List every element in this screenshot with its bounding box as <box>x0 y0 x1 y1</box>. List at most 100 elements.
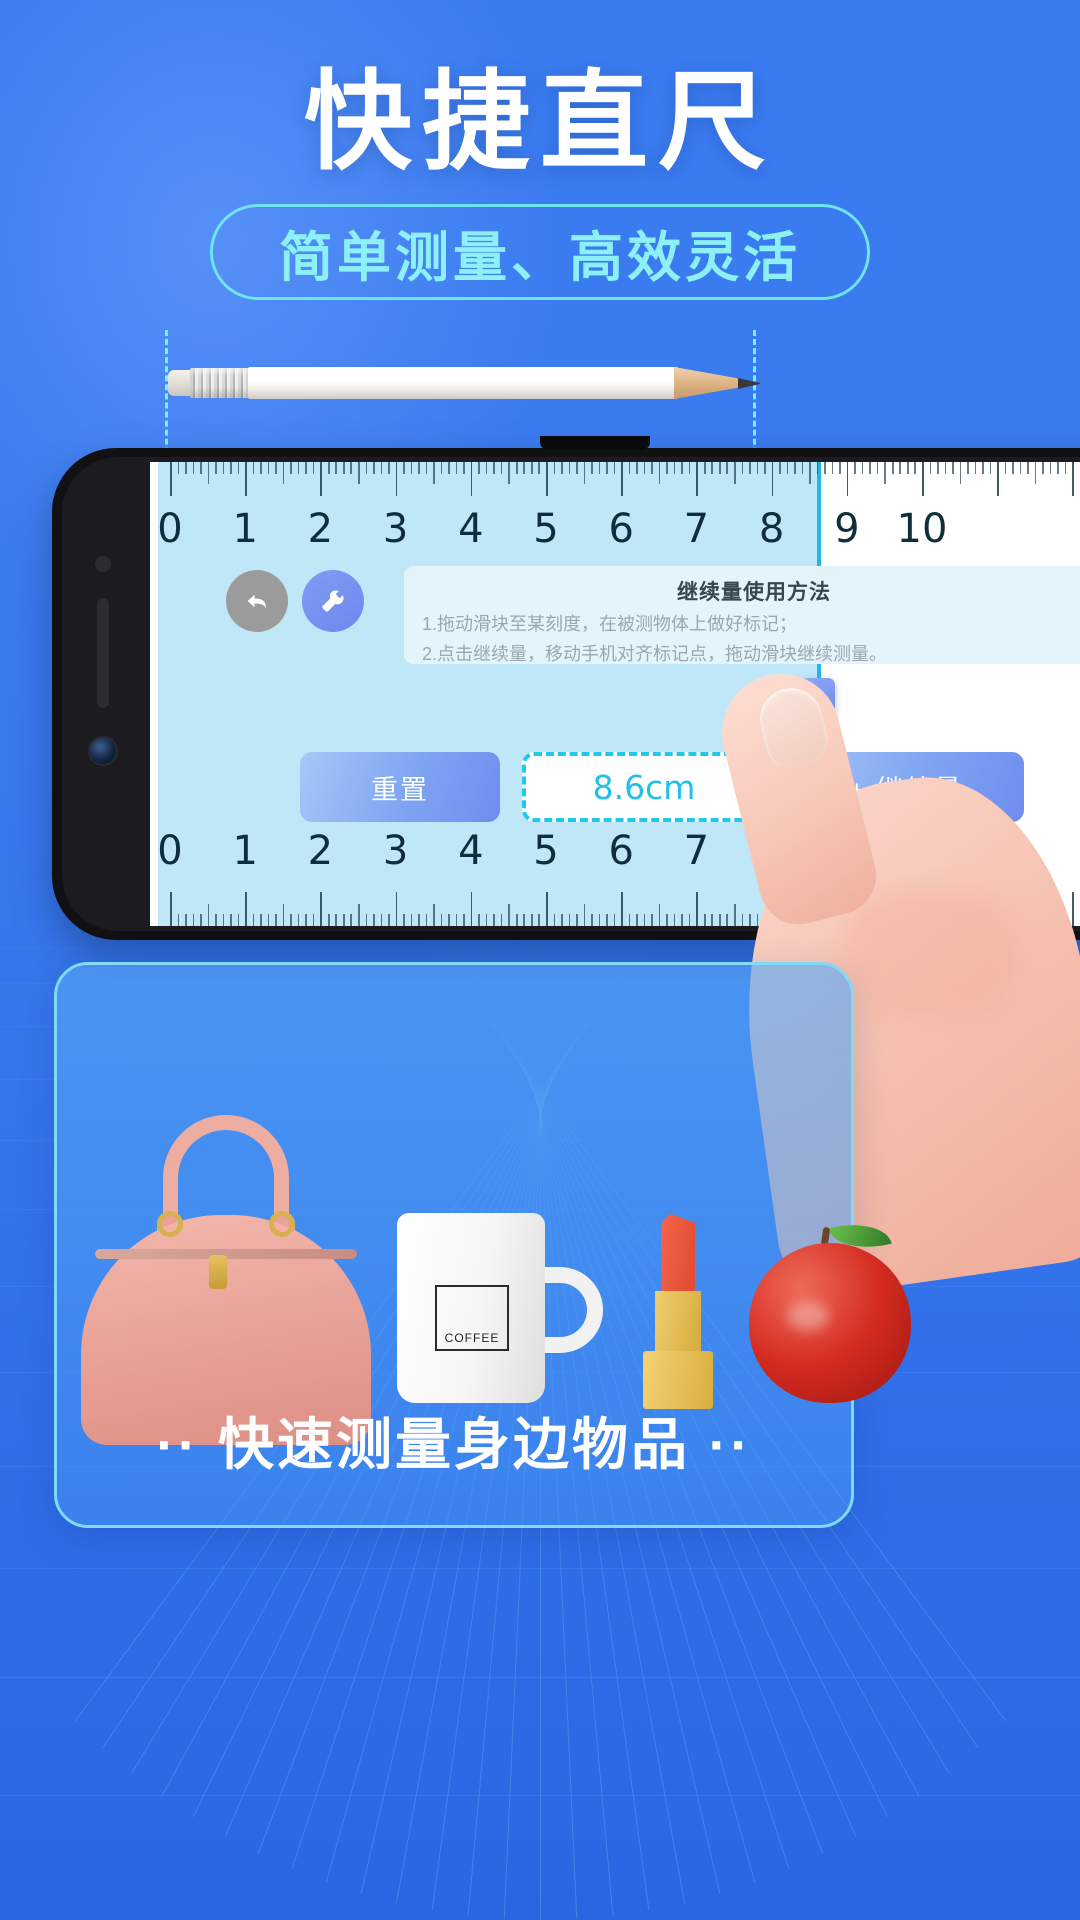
ruler-tick <box>801 914 804 926</box>
ruler-tick <box>1049 462 1052 474</box>
ruler-tick <box>1012 462 1014 474</box>
ruler-tick <box>523 914 526 926</box>
ruler-tick <box>170 892 172 926</box>
ruler-tick <box>320 892 322 926</box>
ruler-tick <box>365 462 368 474</box>
tool-button[interactable] <box>302 570 364 632</box>
ruler-tick <box>914 914 917 926</box>
ruler-number: 7 <box>683 506 710 552</box>
ruler-tick <box>666 914 668 926</box>
ruler-tick <box>1072 462 1074 496</box>
ruler-tick <box>230 914 232 926</box>
ruler-tick <box>906 462 909 474</box>
ruler-tick <box>839 914 841 926</box>
phone-volume-button[interactable] <box>97 598 109 708</box>
ruler-tick <box>1049 914 1052 926</box>
ruler-tick <box>711 914 714 926</box>
ruler-tick <box>839 462 841 474</box>
ruler-tick <box>824 914 826 926</box>
apple-highlight <box>787 1301 829 1331</box>
ruler-tick <box>365 914 368 926</box>
ruler-tick <box>861 914 864 926</box>
ruler-tick <box>989 914 992 926</box>
ruler-tick <box>342 914 345 926</box>
ruler-tick <box>546 892 548 926</box>
ruler-tick <box>779 462 781 474</box>
ruler-tick <box>952 914 954 926</box>
ruler-top[interactable]: 0 1 2 3 4 5 6 7 8 9 10 <box>157 462 1080 560</box>
ruler-tick <box>944 914 947 926</box>
ruler-tick <box>561 462 563 474</box>
ruler-tick <box>230 462 232 474</box>
ruler-tick <box>252 914 255 926</box>
handbag-illustration <box>81 1115 371 1445</box>
ruler-tick <box>538 462 541 474</box>
ruler-tick <box>643 914 646 926</box>
ruler-tick <box>726 914 729 926</box>
ruler-number: 6 <box>608 828 634 874</box>
ruler-tick <box>305 462 307 474</box>
ruler-number: 4 <box>458 506 484 552</box>
ruler-tick <box>854 914 856 926</box>
ruler-tick <box>794 914 796 926</box>
wrench-icon <box>322 590 344 612</box>
ruler-tick <box>891 462 894 474</box>
phone-speaker <box>540 436 650 450</box>
ruler-tick <box>260 914 262 926</box>
ruler-tick <box>245 892 247 926</box>
ruler-tick <box>358 462 360 484</box>
ruler-tick <box>200 914 202 926</box>
ruler-tick <box>1057 914 1059 926</box>
ruler-tick <box>598 462 601 474</box>
ruler-tick <box>598 914 601 926</box>
product-row: COFFEE <box>57 1085 911 1445</box>
ruler-number: 7 <box>683 828 710 874</box>
pencil-tip <box>738 378 760 389</box>
measurement-value-box[interactable]: 8.6cm <box>522 752 766 822</box>
ruler-tick <box>869 914 871 926</box>
reset-button[interactable]: 重置 <box>300 752 500 822</box>
measure-slider-handle[interactable] <box>800 678 835 718</box>
ruler-tick <box>433 904 435 926</box>
ruler-tick <box>1019 914 1022 926</box>
ruler-tick <box>222 462 225 474</box>
handbag-zipper-pull <box>209 1255 227 1289</box>
ruler-tick <box>538 914 541 926</box>
ruler-tick <box>989 462 992 474</box>
ruler-tick <box>982 914 984 926</box>
ruler-tick <box>388 914 390 926</box>
ruler-number: 9 <box>834 506 860 552</box>
lipstick-tube <box>655 1291 701 1353</box>
ruler-tick <box>952 462 954 474</box>
phone-mockup: 0 1 2 3 4 5 6 7 8 9 10 0 1 2 3 4 5 6 7 8 9 10 继续量使用方法 1.拖动滑块… <box>52 436 1080 940</box>
ruler-number: 3 <box>382 828 409 874</box>
ruler-tick <box>884 904 886 926</box>
ruler-tick <box>553 462 556 474</box>
ruler-tick <box>718 462 721 474</box>
ruler-tick <box>621 892 623 926</box>
ruler-tick <box>734 904 736 926</box>
ruler-tick <box>1027 914 1029 926</box>
ruler-tick <box>1072 892 1074 926</box>
handbag-ring-right <box>269 1211 295 1237</box>
ruler-tick <box>508 462 510 484</box>
tooltip-title: 继续量使用方法 <box>677 581 831 604</box>
ruler-tick <box>282 462 285 484</box>
back-button[interactable] <box>226 570 288 632</box>
ruler-tick <box>696 892 698 926</box>
continue-measure-button[interactable]: + 继续量 <box>788 752 1024 822</box>
ruler-tick <box>922 462 924 496</box>
ruler-tick <box>929 914 932 926</box>
page-title: 快捷直尺 <box>303 61 776 182</box>
ruler-tick <box>718 914 721 926</box>
handbag-ring-left <box>157 1211 183 1237</box>
ruler-tick <box>1057 462 1059 474</box>
ruler-tick <box>395 462 398 496</box>
ruler-number: 6 <box>608 506 634 552</box>
ruler-tick <box>764 914 766 926</box>
ruler-tick <box>508 904 510 926</box>
ruler-number: 1 <box>232 506 258 552</box>
ruler-bottom[interactable]: 0 1 2 3 4 5 6 7 8 9 10 <box>157 828 1080 926</box>
ruler-tick <box>997 462 999 496</box>
ruler-tick <box>1004 462 1007 474</box>
